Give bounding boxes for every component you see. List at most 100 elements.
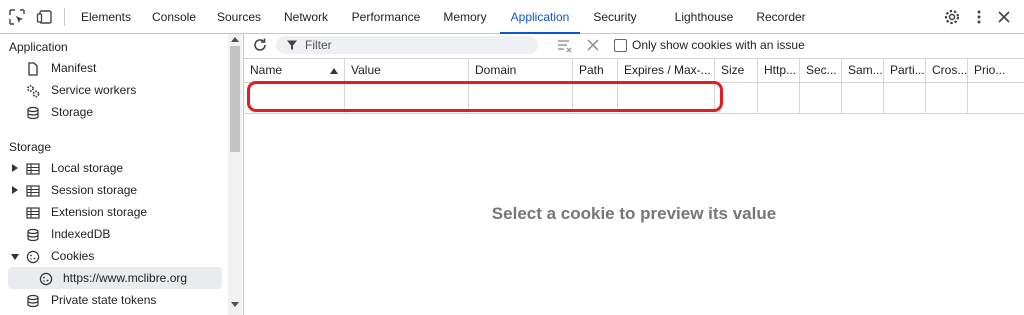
table-cell <box>800 83 842 113</box>
cookies-table-header: Name Value Domain Path Expires / Max-...… <box>244 59 1024 83</box>
section-title-application: Application <box>9 40 68 54</box>
tab-recorder[interactable]: Recorder <box>749 0 813 33</box>
column-label: Cros... <box>932 63 968 77</box>
sidebar-item-label: Manifest <box>51 61 97 75</box>
gears-icon <box>26 83 40 98</box>
sidebar-item-cookies[interactable]: Cookies <box>0 245 228 267</box>
database-icon <box>26 227 40 242</box>
sidebar-item-label: Storage <box>51 105 94 119</box>
column-header-httponly[interactable]: Http... <box>758 59 800 82</box>
tab-elements[interactable]: Elements <box>73 0 139 33</box>
table-grid-icon <box>26 183 40 197</box>
only-issues-label[interactable]: Only show cookies with an issue <box>632 38 805 52</box>
cookie-preview-pane: Select a cookie to preview its value <box>244 114 1024 315</box>
sidebar-item-indexeddb[interactable]: IndexedDB <box>0 223 228 245</box>
table-grid-icon <box>26 161 40 175</box>
column-label: Sam... <box>848 63 883 77</box>
tab-application[interactable]: Application <box>500 0 580 34</box>
column-label: Path <box>579 63 604 77</box>
sidebar-item-label: Service workers <box>51 83 137 97</box>
table-cell <box>926 83 968 113</box>
empty-preview-message: Select a cookie to preview its value <box>491 204 777 223</box>
sidebar-item-session-storage[interactable]: Session storage <box>0 179 228 201</box>
more-options-icon[interactable] <box>970 8 988 26</box>
cookies-panel: Filter Only show cookies with an issue N… <box>244 34 1024 315</box>
database-icon <box>26 105 40 120</box>
clear-all-cookies-icon[interactable] <box>586 38 600 52</box>
clear-filtered-cookies-icon[interactable] <box>557 38 573 54</box>
column-header-expires[interactable]: Expires / Max-... <box>618 59 715 82</box>
column-header-cross-site[interactable]: Cros... <box>926 59 968 82</box>
close-devtools-icon[interactable] <box>995 8 1013 26</box>
sidebar-item-label: Local storage <box>51 161 124 175</box>
sidebar-item-storage[interactable]: Storage <box>0 101 228 123</box>
column-header-domain[interactable]: Domain <box>469 59 573 82</box>
table-cell <box>968 83 1024 113</box>
column-header-path[interactable]: Path <box>573 59 618 82</box>
column-label: Value <box>351 63 381 77</box>
filter-funnel-icon <box>286 39 298 51</box>
inspect-element-icon[interactable] <box>8 8 26 26</box>
table-grid-icon <box>26 205 40 219</box>
column-header-samesite[interactable]: Sam... <box>842 59 884 82</box>
column-label: Prio... <box>974 63 1006 77</box>
sidebar-item-local-storage[interactable]: Local storage <box>0 157 228 179</box>
column-header-name[interactable]: Name <box>244 59 345 82</box>
expand-arrow-icon[interactable] <box>12 186 18 194</box>
sidebar-scrollbar[interactable] <box>228 34 242 315</box>
red-highlight-annotation <box>247 81 723 112</box>
tab-memory[interactable]: Memory <box>436 0 494 33</box>
filter-placeholder: Filter <box>305 38 332 52</box>
filter-input[interactable]: Filter <box>276 36 538 54</box>
sidebar-item-private-state-tokens[interactable]: Private state tokens <box>0 289 228 311</box>
column-label: Sec... <box>806 63 837 77</box>
tab-network[interactable]: Network <box>276 0 336 33</box>
table-cell <box>884 83 926 113</box>
document-icon <box>26 61 40 76</box>
cookie-icon <box>26 249 40 264</box>
column-header-partition-key[interactable]: Parti... <box>884 59 926 82</box>
settings-gear-icon[interactable] <box>943 8 961 26</box>
refresh-icon[interactable] <box>252 37 268 53</box>
section-title-storage: Storage <box>9 140 52 154</box>
device-toolbar-icon[interactable] <box>36 8 54 26</box>
sidebar-item-extension-storage[interactable]: Extension storage <box>0 201 228 223</box>
sidebar-item-manifest[interactable]: Manifest <box>0 57 228 79</box>
sort-ascending-icon <box>330 68 338 74</box>
scrollbar-thumb[interactable] <box>230 46 240 152</box>
sidebar-item-label: Session storage <box>51 183 138 197</box>
expand-arrow-icon[interactable] <box>12 164 18 172</box>
sidebar-item-label: Private state tokens <box>51 293 157 307</box>
tab-lighthouse[interactable]: Lighthouse <box>667 0 741 33</box>
devtools-tabbar: Elements Console Sources Network Perform… <box>0 0 1024 34</box>
tab-security[interactable]: Security <box>586 0 644 33</box>
sidebar-item-label: Extension storage <box>51 205 148 219</box>
sidebar-item-cookie-origin[interactable]: https://www.mclibre.org <box>8 267 222 289</box>
sidebar-item-label: IndexedDB <box>51 227 111 241</box>
column-label: Expires / Max-... <box>624 63 711 77</box>
table-cell <box>758 83 800 113</box>
column-header-secure[interactable]: Sec... <box>800 59 842 82</box>
table-cell <box>842 83 884 113</box>
sidebar-item-label: https://www.mclibre.org <box>63 271 188 285</box>
database-icon <box>26 293 40 308</box>
collapse-arrow-icon[interactable] <box>11 254 19 260</box>
application-sidebar: Application Manifest Service workers Sto… <box>0 34 244 315</box>
column-label: Domain <box>475 63 517 77</box>
column-header-priority[interactable]: Prio... <box>968 59 1024 82</box>
scroll-up-icon[interactable] <box>231 37 239 42</box>
cookie-icon <box>39 271 53 286</box>
tab-console[interactable]: Console <box>141 0 207 33</box>
column-label: Parti... <box>890 63 925 77</box>
sidebar-item-label: Cookies <box>51 249 95 263</box>
only-issues-checkbox[interactable] <box>614 39 627 52</box>
sidebar-item-service-workers[interactable]: Service workers <box>0 79 228 101</box>
column-label: Size <box>721 63 745 77</box>
scroll-down-icon[interactable] <box>231 302 239 307</box>
column-label: Http... <box>764 63 797 77</box>
column-header-size[interactable]: Size <box>715 59 758 82</box>
column-header-value[interactable]: Value <box>345 59 469 82</box>
tab-sources[interactable]: Sources <box>209 0 269 33</box>
cookies-toolbar: Filter Only show cookies with an issue <box>244 34 1024 59</box>
tab-performance[interactable]: Performance <box>342 0 430 33</box>
